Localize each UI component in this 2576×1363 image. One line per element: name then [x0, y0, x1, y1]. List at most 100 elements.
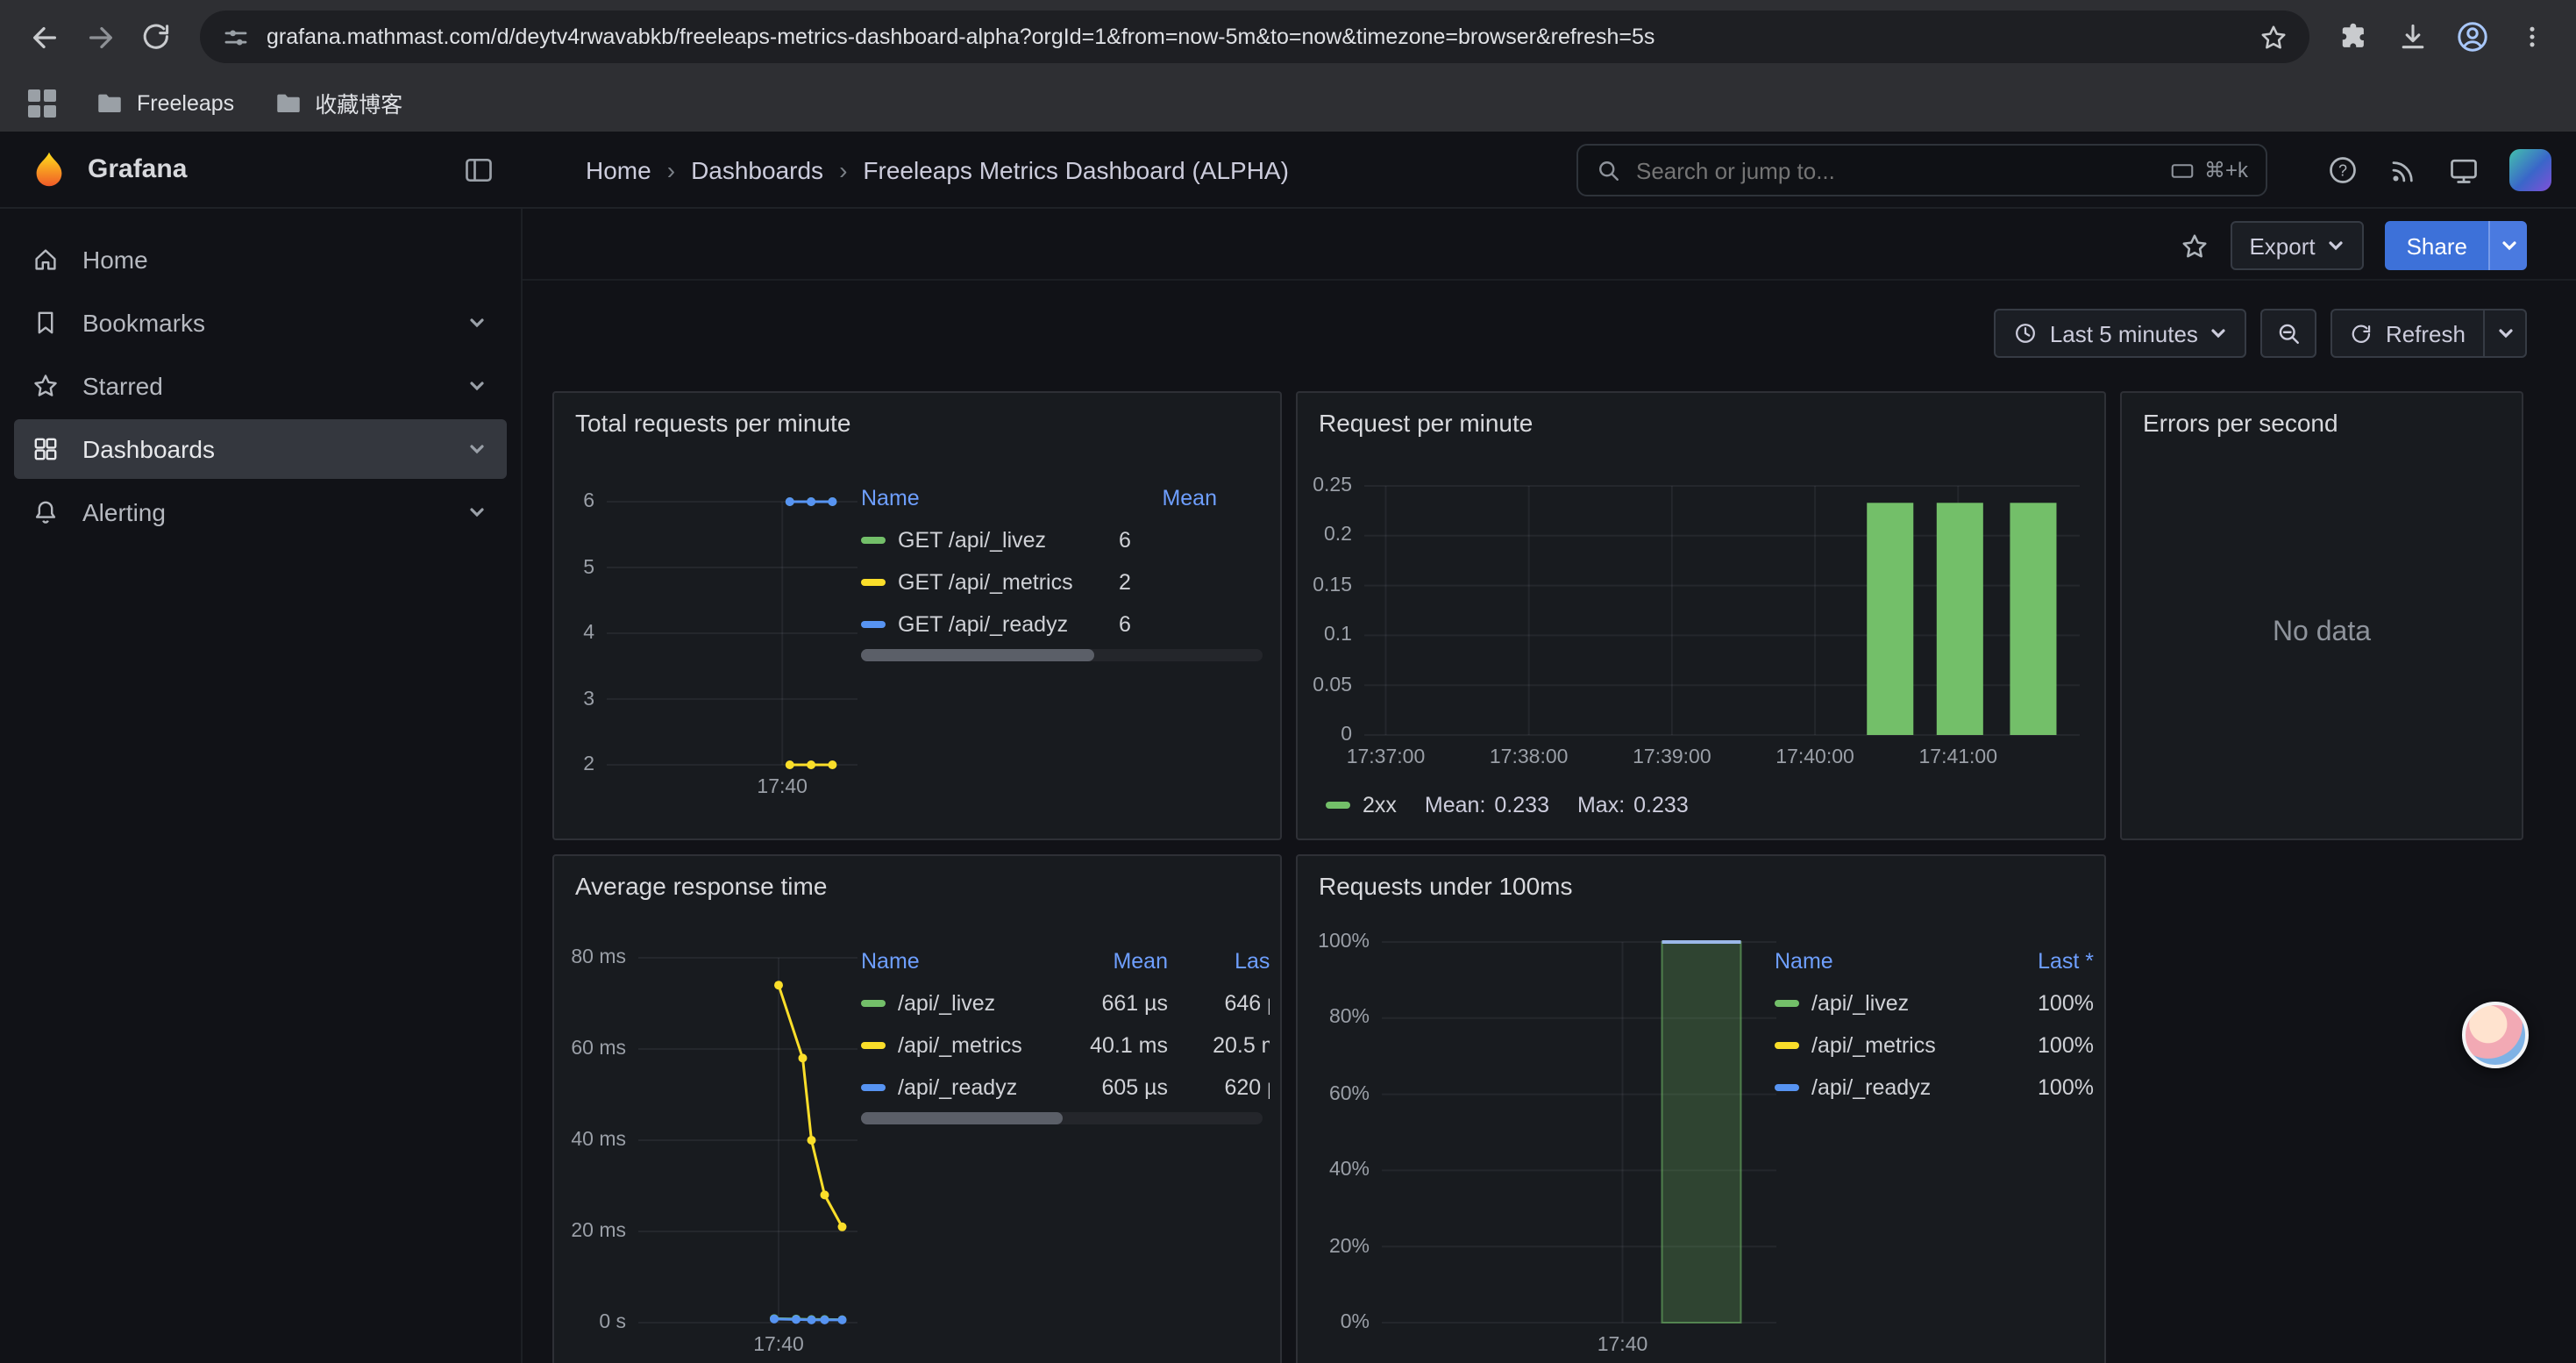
panel-title[interactable]: Average response time	[554, 856, 1280, 916]
bookmarks-bar: Freeleaps 收藏博客	[0, 74, 2576, 132]
apps-grid-icon[interactable]	[28, 89, 56, 117]
series-name[interactable]: /api/_livez	[898, 991, 995, 1016]
site-settings-icon[interactable]	[221, 22, 251, 52]
legend-scrollbar[interactable]	[861, 649, 1263, 661]
panel-title[interactable]: Requests under 100ms	[1298, 856, 2104, 916]
sidebar-item-home[interactable]: Home	[14, 230, 507, 289]
folder-icon	[273, 88, 302, 118]
chevron-down-icon[interactable]	[468, 503, 486, 521]
browser-menu-button[interactable]	[2506, 11, 2558, 63]
bookmark-folder-freeleaps[interactable]: Freeleaps	[95, 88, 234, 118]
series-name[interactable]: /api/_readyz	[1811, 1075, 1931, 1100]
time-range-picker[interactable]: Last 5 minutes	[1994, 309, 2247, 358]
star-icon	[32, 372, 60, 400]
assistant-avatar-button[interactable]	[2462, 1002, 2529, 1068]
series-mean: 6	[1119, 528, 1217, 553]
kebab-menu-icon	[2518, 23, 2546, 51]
chevron-down-icon[interactable]	[468, 377, 486, 395]
legend-col-mean[interactable]: Mean	[1059, 949, 1168, 974]
refresh-button[interactable]: Refresh	[2331, 309, 2485, 358]
home-icon	[32, 246, 60, 274]
bookmark-star-icon[interactable]	[2259, 22, 2288, 52]
browser-back-button[interactable]	[18, 11, 70, 63]
dashboards-grid-icon	[32, 435, 60, 463]
browser-toolbar	[0, 0, 2576, 74]
panel-title[interactable]: Errors per second	[2122, 393, 2522, 453]
profile-button[interactable]	[2446, 11, 2499, 63]
help-button[interactable]: ?	[2327, 154, 2359, 186]
series-last: 646 µs	[1168, 991, 1270, 1016]
series-last: 100%	[1996, 1033, 2094, 1058]
user-avatar[interactable]	[2509, 149, 2551, 191]
breadcrumb-current: Freeleaps Metrics Dashboard (ALPHA)	[823, 155, 1289, 183]
sidebar-item-starred[interactable]: Starred	[14, 356, 507, 416]
panel-average-response-time: Average response time 80 ms60 ms40 ms20 …	[552, 854, 1282, 1363]
star-icon	[2179, 231, 2209, 260]
series-mean: 40.1 ms	[1059, 1033, 1168, 1058]
dock-menu-button[interactable]	[463, 153, 495, 185]
zoom-out-time-button[interactable]	[2261, 309, 2317, 358]
export-button[interactable]: Export	[2230, 221, 2364, 270]
scrollbar-thumb[interactable]	[861, 1112, 1062, 1124]
legend-row: GET /api/_metrics2	[861, 561, 1217, 603]
series-name[interactable]: /api/_readyz	[898, 1075, 1017, 1100]
panel-title[interactable]: Total requests per minute	[554, 393, 1280, 453]
extensions-button[interactable]	[2327, 11, 2380, 63]
kiosk-mode-button[interactable]	[2448, 154, 2480, 186]
sidebar-item-bookmarks[interactable]: Bookmarks	[14, 293, 507, 353]
browser-reload-button[interactable]	[130, 11, 182, 63]
refresh-interval-button[interactable]	[2485, 309, 2527, 358]
grafana-logo[interactable]	[28, 148, 70, 190]
legend-row: /api/_metrics40.1 ms20.5 ms	[861, 1024, 1270, 1067]
help-icon: ?	[2327, 154, 2359, 186]
legend-table: NameLast * /api/_livez 100% /api/_metrics…	[1775, 940, 2094, 1109]
legend-col-last[interactable]: Last *	[1168, 949, 1270, 974]
grafana-header: Grafana Home Dashboards Freeleaps Metric…	[0, 132, 2576, 209]
sidebar-item-label: Starred	[82, 372, 163, 400]
series-name[interactable]: 2xx	[1363, 793, 1397, 817]
chevron-down-icon[interactable]	[468, 314, 486, 332]
sidebar-item-dashboards[interactable]: Dashboards	[14, 419, 507, 479]
series-name[interactable]: GET /api/_readyz	[898, 612, 1068, 637]
legend-col-name[interactable]: Name	[861, 486, 1119, 510]
y-axis: 80 ms60 ms40 ms20 ms0 s	[568, 958, 638, 1323]
series-swatch	[1775, 1084, 1799, 1091]
news-button[interactable]	[2388, 155, 2418, 185]
downloads-button[interactable]	[2387, 11, 2439, 63]
breadcrumb-home[interactable]: Home	[586, 155, 651, 183]
legend-scrollbar[interactable]	[861, 1112, 1263, 1124]
plot-area	[638, 958, 857, 1323]
legend-col-last[interactable]: Last *	[1996, 949, 2094, 974]
legend-row: GET /api/_readyz 6	[861, 603, 1217, 646]
series-name[interactable]: GET /api/_livez	[898, 528, 1046, 553]
legend-col-mean[interactable]: Mean	[1119, 486, 1217, 510]
screen: Freeleaps 收藏博客 Grafana Home	[0, 0, 2576, 1363]
series-name[interactable]: /api/_livez	[1811, 991, 1909, 1016]
url-input[interactable]	[267, 25, 2243, 49]
series-name[interactable]: /api/_metrics	[1811, 1033, 1936, 1058]
browser-forward-button[interactable]	[74, 11, 126, 63]
search-input[interactable]	[1636, 157, 2155, 183]
chevron-down-icon[interactable]	[468, 440, 486, 458]
panel-errors-per-second: Errors per second No data	[2120, 391, 2523, 840]
breadcrumb-dashboards[interactable]: Dashboards	[651, 155, 823, 183]
plot-area	[1364, 486, 2080, 735]
search-box[interactable]: ⌘+k	[1576, 144, 2267, 196]
share-split-button: Share	[2386, 221, 2527, 270]
series-name[interactable]: GET /api/_metrics	[898, 570, 1073, 595]
favorite-dashboard-button[interactable]	[2179, 231, 2209, 260]
panel-title[interactable]: Request per minute	[1298, 393, 2104, 453]
series-name[interactable]: /api/_metrics	[898, 1033, 1022, 1058]
avg-response-chart: 80 ms60 ms40 ms20 ms0 s 17:40	[568, 958, 857, 1358]
series-swatch	[1775, 1000, 1799, 1007]
url-bar[interactable]	[200, 11, 2309, 63]
series-mean: 6	[1119, 612, 1217, 637]
legend-col-name[interactable]: Name	[1775, 949, 1996, 974]
sidebar-item-alerting[interactable]: Alerting	[14, 482, 507, 542]
bookmark-folder-blogs[interactable]: 收藏博客	[273, 86, 402, 119]
legend-col-name[interactable]: Name	[861, 949, 1059, 974]
share-button[interactable]: Share	[2386, 221, 2488, 270]
share-menu-button[interactable]	[2488, 221, 2527, 270]
scrollbar-thumb[interactable]	[861, 649, 1094, 661]
breadcrumb: Home Dashboards Freeleaps Metrics Dashbo…	[586, 155, 1289, 183]
